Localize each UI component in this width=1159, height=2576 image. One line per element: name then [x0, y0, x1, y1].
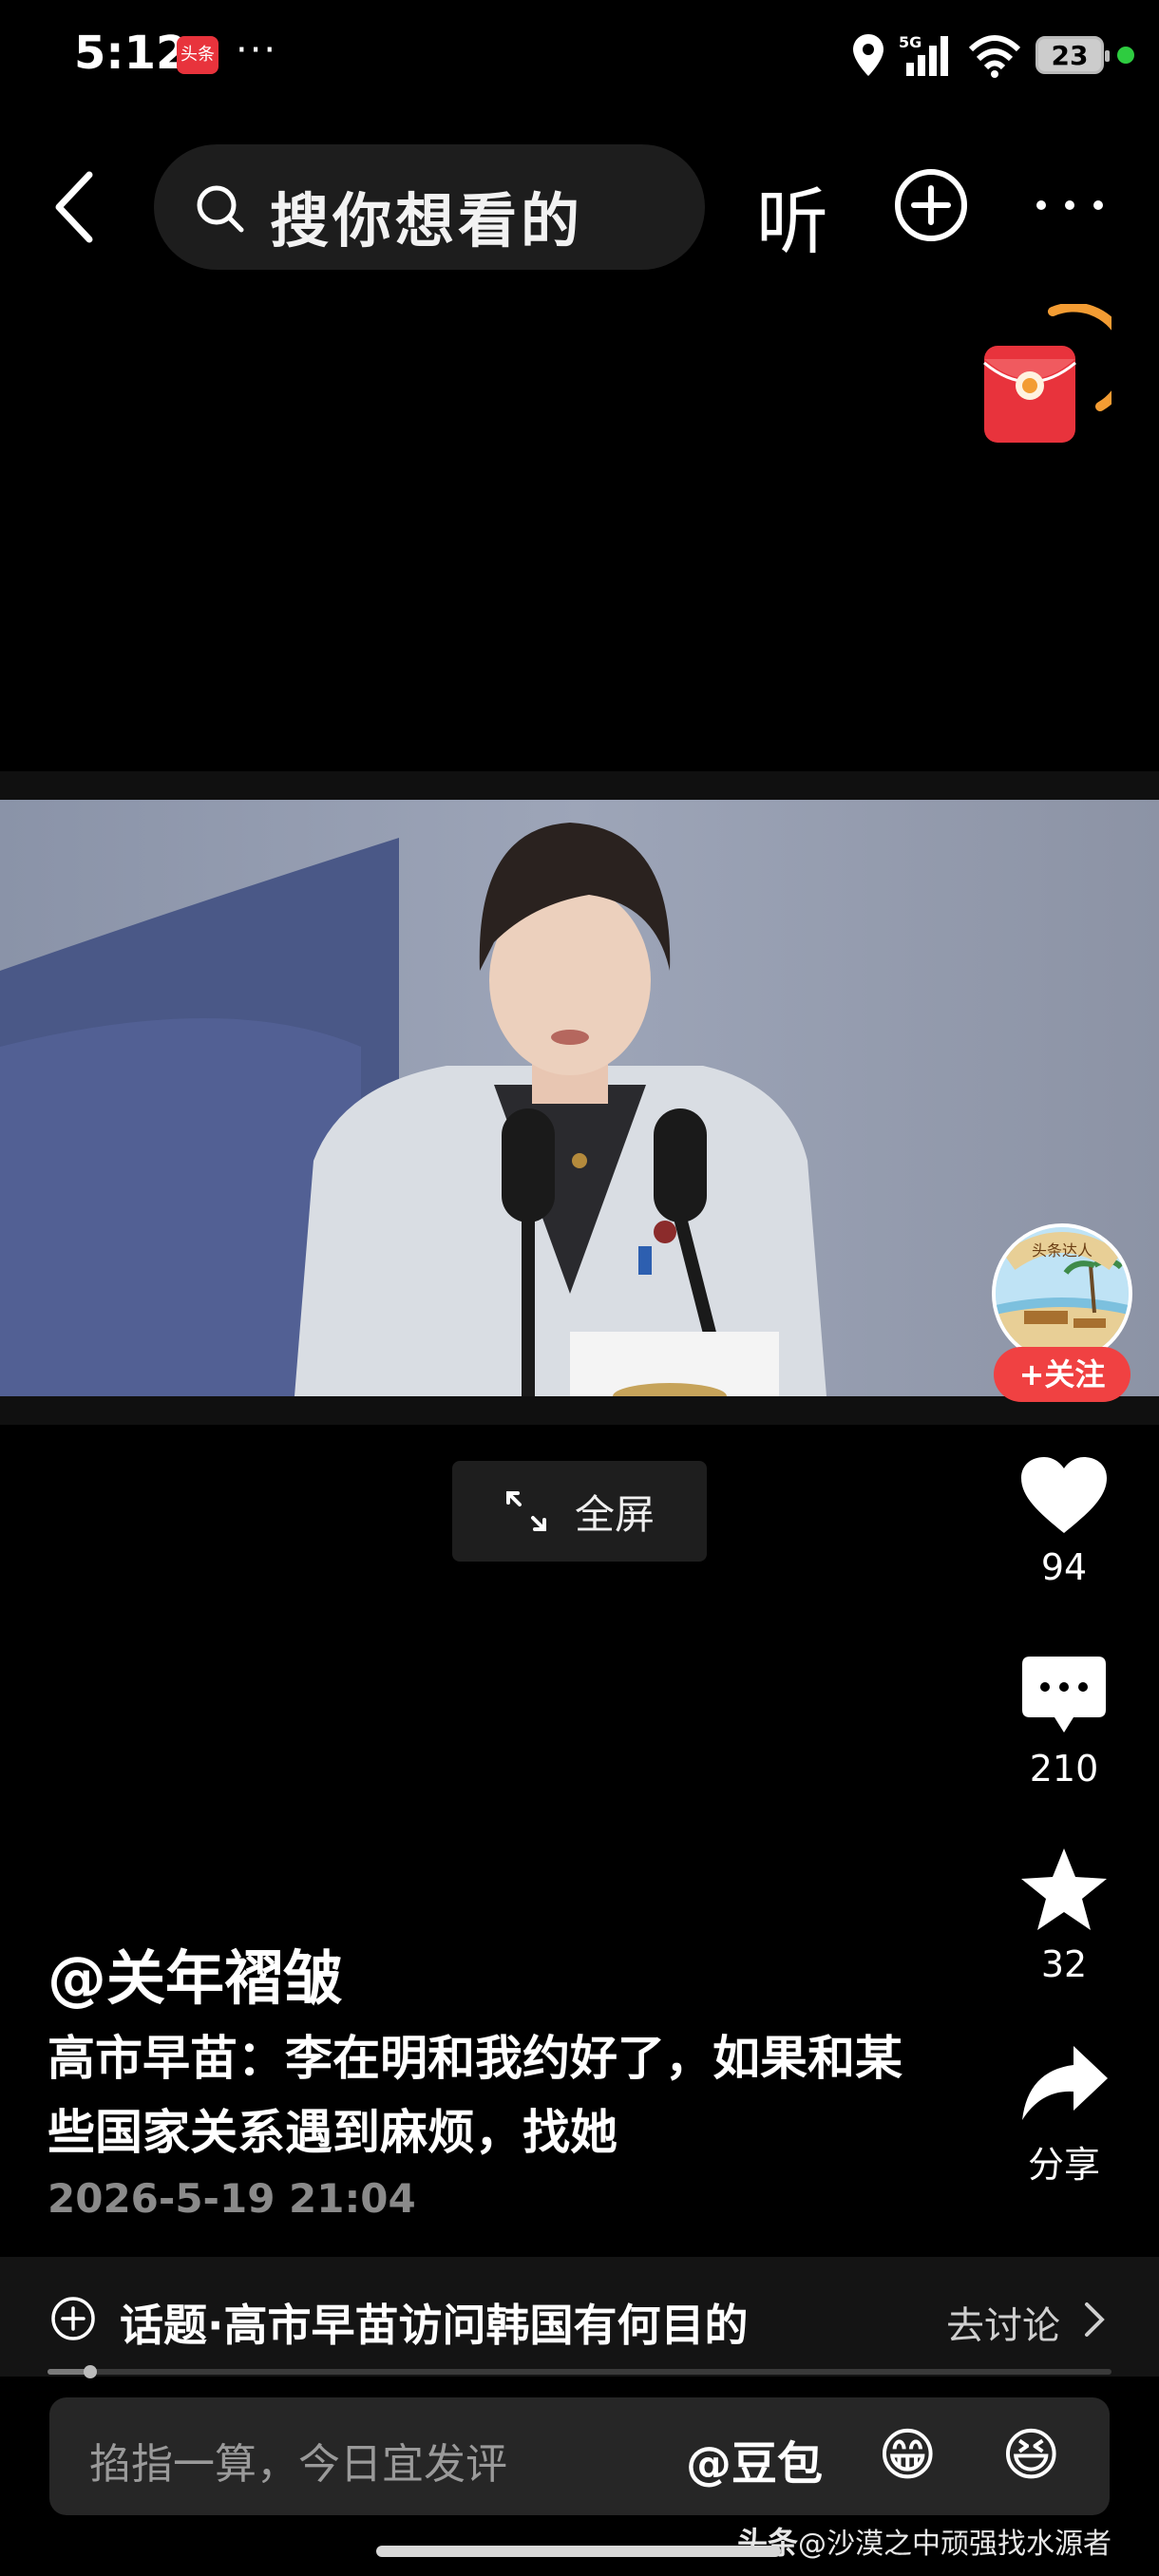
battery-icon: 23 [1036, 36, 1110, 74]
video-progress-bar[interactable] [48, 2365, 1112, 2378]
search-icon [197, 185, 244, 233]
red-envelope-icon[interactable] [978, 304, 1112, 446]
like-count: 94 [1040, 1546, 1088, 1588]
comment-placeholder: 掐指一算，今日宜发评 [89, 2440, 507, 2489]
avatar-label: 头条达人 [1032, 1241, 1092, 1260]
battery-level: 23 [1051, 39, 1089, 71]
cellular-5g-icon: 5G [899, 33, 948, 76]
author-name[interactable]: @关年褶皱 [48, 1930, 342, 2016]
share-label: 分享 [1027, 2144, 1100, 2186]
search-input[interactable]: 搜你想看的 [154, 144, 705, 270]
topic-bar[interactable]: 话题·高市早苗访问韩国有何目的 去讨论 [0, 2257, 1159, 2377]
share-button[interactable]: 分享 [1007, 2042, 1121, 2188]
chevron-right-icon [1085, 2302, 1105, 2337]
favorite-button[interactable]: 32 [1007, 1847, 1121, 1985]
topic-label: 话题·高市早苗访问韩国有何目的 [120, 2300, 749, 2351]
follow-button[interactable]: +关注 [994, 1347, 1130, 1402]
back-button[interactable] [48, 169, 104, 245]
toutiao-app-icon: 头条 [177, 36, 218, 74]
comment-input[interactable]: 掐指一算，今日宜发评 @豆包 😁 😆 [49, 2397, 1110, 2515]
status-bar: 5:12 头条 ··· 5G 23 [0, 0, 1159, 114]
location-icon [853, 34, 884, 76]
laugh-emoji-button[interactable]: 😆 [1001, 2422, 1061, 2489]
post-caption: 高市早苗：李在明和我约好了，如果和某些国家关系遇到麻烦，找她 [48, 2031, 902, 2160]
home-indicator[interactable] [376, 2546, 781, 2557]
status-time: 5:12 [74, 27, 188, 80]
video-frame-image[interactable] [0, 800, 1159, 1396]
author-avatar[interactable]: 头条达人 [992, 1223, 1132, 1364]
fullscreen-button[interactable]: 全屏 [452, 1461, 707, 1562]
grin-emoji-button[interactable]: 😁 [878, 2422, 938, 2489]
star-icon [1021, 1848, 1107, 1930]
search-placeholder: 搜你想看的 [270, 186, 584, 256]
comment-button[interactable]: 210 [1007, 1655, 1121, 1790]
avatar-image: 头条达人 [996, 1227, 1129, 1360]
watermark-handle: @沙漠之中顽强找水源者 [798, 2528, 1112, 2561]
post-timestamp: 2026-5-19 21:04 [48, 2175, 416, 2222]
topic-plus-icon [51, 2297, 95, 2340]
like-button[interactable]: 94 [1007, 1455, 1121, 1588]
comment-count: 210 [1029, 1748, 1099, 1790]
status-icons: 5G 23 [851, 27, 1134, 84]
listen-button[interactable]: 听 [756, 163, 828, 268]
wifi-icon [968, 35, 1021, 78]
watermark: 头条@沙漠之中顽强找水源者 [737, 2519, 1112, 2563]
network-type-label: 5G [899, 33, 922, 51]
comment-icon [1022, 1657, 1106, 1733]
expand-icon [505, 1491, 546, 1531]
status-more-icon: ··· [236, 28, 278, 72]
favorite-count: 32 [1040, 1943, 1088, 1985]
heart-icon [1021, 1457, 1107, 1533]
discuss-link[interactable]: 去讨论 [946, 2295, 1060, 2350]
mention-doubao-button[interactable]: @豆包 [686, 2426, 823, 2492]
add-button[interactable] [893, 167, 969, 243]
fullscreen-label: 全屏 [574, 1490, 655, 1538]
share-icon [1022, 2046, 1108, 2120]
more-options-button[interactable] [1032, 186, 1108, 224]
progress-thumb[interactable] [83, 2365, 97, 2378]
privacy-indicator-icon [1117, 47, 1134, 64]
